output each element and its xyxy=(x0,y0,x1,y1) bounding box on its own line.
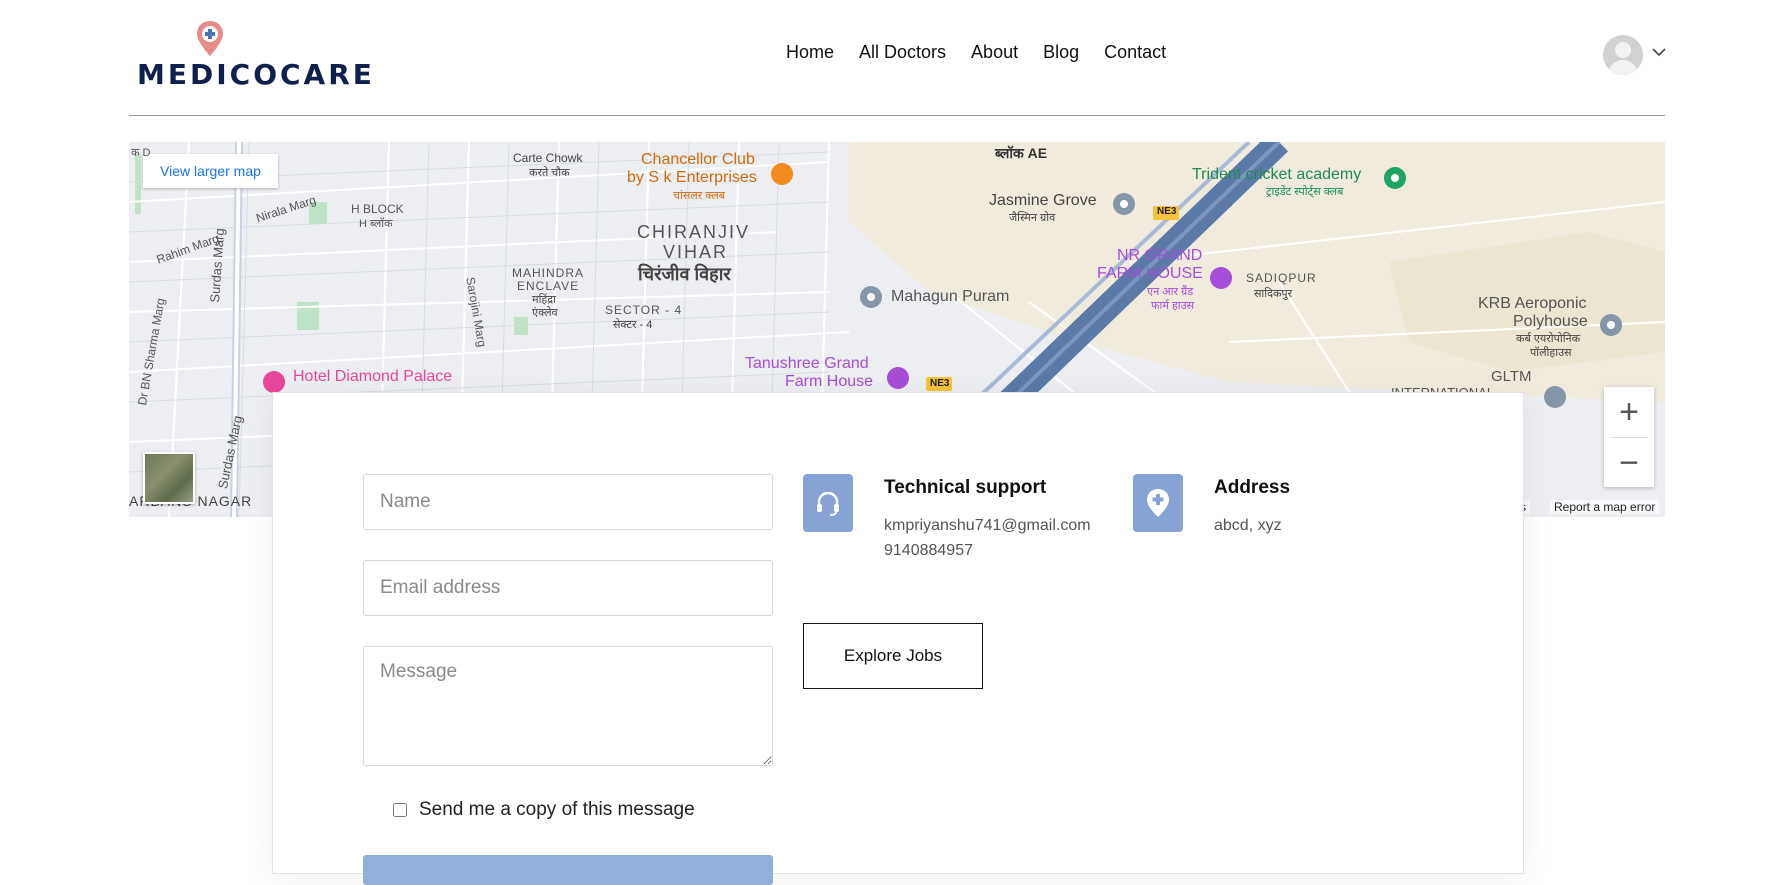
map-label: NE3 xyxy=(1157,206,1177,217)
map-label: एन आर ग्रैंड xyxy=(1147,286,1194,298)
map-label: SADIQPUR xyxy=(1246,271,1317,285)
zoom-in-button[interactable]: + xyxy=(1604,387,1654,437)
report-map-error-link[interactable]: Report a map error xyxy=(1550,500,1660,514)
map-label: Trident cricket academy xyxy=(1192,166,1362,183)
map-label: MAHINDRA xyxy=(512,266,585,280)
header-divider xyxy=(129,115,1665,116)
map-label: CHIRANJIV xyxy=(637,222,751,242)
nav-all-doctors[interactable]: All Doctors xyxy=(859,42,946,63)
message-textarea[interactable] xyxy=(363,646,773,766)
avatar-head xyxy=(1615,42,1631,58)
headset-icon xyxy=(817,491,839,516)
submit-button[interactable] xyxy=(363,855,773,885)
zoom-controls: + − xyxy=(1604,387,1654,487)
map-label: SECTOR - 4 xyxy=(605,303,683,317)
map-label: KRB Aeroponic xyxy=(1478,295,1587,312)
map-label: कर्ब एयरोपोनिक xyxy=(1516,333,1581,345)
map-label: NR GRAND xyxy=(1117,247,1203,264)
map-label: H ब्लॉक xyxy=(359,218,393,230)
map-label: ENCLAVE xyxy=(517,279,580,293)
explore-jobs-button[interactable]: Explore Jobs xyxy=(803,623,983,689)
map-label: Polyhouse xyxy=(1513,313,1588,330)
map-label: क D xyxy=(131,147,151,159)
email-input[interactable] xyxy=(363,560,773,616)
map-label: पॉलीहाउस xyxy=(1530,347,1572,359)
nav-about[interactable]: About xyxy=(971,42,1018,63)
map-label: ब्लॉक AE xyxy=(995,145,1048,161)
avatar-body xyxy=(1608,60,1638,75)
zoom-out-button[interactable]: − xyxy=(1604,438,1654,488)
map-label: Chancellor Club xyxy=(641,151,755,168)
map-label: करते चौक xyxy=(529,167,570,179)
copy-checkbox[interactable] xyxy=(393,803,407,817)
map-label: एंक्लेव xyxy=(532,307,558,319)
site-header: MEDICOCARE Home All Doctors About Blog C… xyxy=(0,0,1787,117)
map-label: जैस्मिन ग्रोव xyxy=(1009,212,1056,224)
map-label: Carte Chowk xyxy=(513,151,583,165)
map-label: Mahagun Puram xyxy=(891,288,1010,305)
support-phone: 9140884957 xyxy=(884,542,973,559)
map-label: फार्म हाउस xyxy=(1151,300,1195,312)
location-pin-icon xyxy=(1147,489,1169,517)
map-label: NE3 xyxy=(930,378,950,389)
support-email: kmpriyanshu741@gmail.com xyxy=(884,517,1091,534)
map-label: FARM HOUSE xyxy=(1097,265,1203,282)
nav-home[interactable]: Home xyxy=(786,42,834,63)
address-title: Address xyxy=(1214,477,1291,498)
map-label: ट्राइडेंट स्पोर्ट्स क्लब xyxy=(1266,186,1344,198)
map-label: सादिकपुर xyxy=(1254,288,1293,300)
copy-checkbox-label: Send me a copy of this message xyxy=(419,799,695,820)
name-input[interactable] xyxy=(363,474,773,530)
map-label: Hotel Diamond Palace xyxy=(293,368,453,385)
map-label: H BLOCK xyxy=(351,202,404,216)
map-label: चिरंजीव विहार xyxy=(638,264,731,284)
logo-pin-icon xyxy=(197,21,223,56)
chevron-down-icon[interactable] xyxy=(1652,44,1666,60)
map-label: GLTM xyxy=(1491,368,1532,385)
address-icon-box xyxy=(1133,474,1183,532)
view-larger-map-link[interactable]: View larger map xyxy=(143,154,278,188)
map-label: Farm House xyxy=(785,373,874,390)
satellite-toggle[interactable] xyxy=(143,452,195,504)
nav-blog[interactable]: Blog xyxy=(1043,42,1079,63)
nav-contact[interactable]: Contact xyxy=(1104,42,1166,63)
map-label: Jasmine Grove xyxy=(989,192,1097,209)
support-icon-box xyxy=(803,474,853,532)
brand-logo[interactable]: MEDICOCARE xyxy=(137,20,372,91)
map-label: चांसलर क्लब xyxy=(673,190,726,202)
contact-card: Send me a copy of this message Technical… xyxy=(272,392,1524,885)
user-avatar-icon[interactable] xyxy=(1603,35,1643,75)
address-value: abcd, xyz xyxy=(1214,517,1282,534)
copy-checkbox-row[interactable]: Send me a copy of this message xyxy=(393,799,695,821)
map-label: by S k Enterprises xyxy=(627,169,757,186)
map-label: VIHAR xyxy=(663,242,729,262)
main-nav: Home All Doctors About Blog Contact xyxy=(786,42,1191,63)
brand-name: MEDICOCARE xyxy=(137,58,375,91)
map-label: Tanushree Grand xyxy=(745,355,869,372)
map-label: सेक्टर - 4 xyxy=(613,319,653,331)
support-title: Technical support xyxy=(884,477,1047,498)
